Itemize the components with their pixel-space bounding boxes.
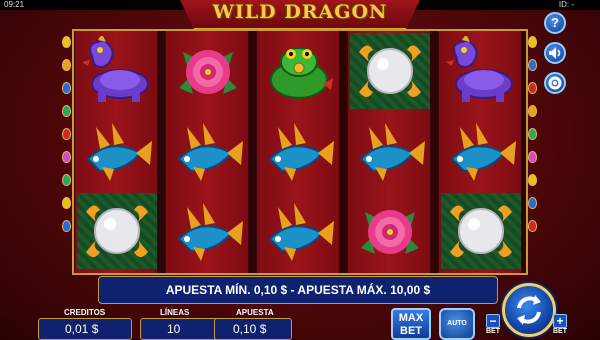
credits-label: CREDITOS	[64, 308, 106, 317]
game-title: WILD DRAGON	[212, 1, 388, 23]
symbol-dragon-turtle	[77, 33, 157, 109]
gear-icon	[548, 76, 562, 90]
symbol-koi-fish	[350, 113, 430, 189]
plus-icon: +	[553, 314, 567, 328]
credits-value: 0,01 $	[38, 318, 132, 340]
pearl-icon	[359, 45, 421, 97]
bet-value: 0,10 $	[214, 318, 292, 340]
lines-label: LÍNEAS	[160, 308, 190, 317]
payline-marker	[62, 82, 71, 94]
payline-marker	[62, 105, 71, 117]
symbol-pearl	[77, 193, 157, 269]
symbol-peony-flower	[350, 193, 430, 269]
symbol-dragon-turtle	[441, 33, 521, 109]
reel-grid	[72, 29, 528, 275]
symbol-koi-fish	[168, 193, 248, 269]
pearl-icon	[86, 205, 148, 257]
payline-marker	[528, 197, 537, 209]
symbol-golden-toad	[259, 33, 339, 109]
peony-flower-icon	[361, 210, 419, 254]
symbol-peony-flower	[168, 33, 248, 109]
symbol-koi-fish	[259, 113, 339, 189]
payline-markers-left	[62, 36, 72, 243]
symbol-koi-fish	[259, 193, 339, 269]
symbol-pearl	[350, 33, 430, 109]
payline-marker	[62, 128, 71, 140]
dragon-turtle-icon	[82, 36, 149, 102]
koi-fish-icon	[268, 203, 334, 261]
symbol-koi-fish	[168, 113, 248, 189]
reel-5	[438, 31, 522, 273]
autoplay-button[interactable]: AUTO	[439, 308, 475, 340]
koi-fish-icon	[359, 123, 425, 181]
pearl-icon	[450, 205, 512, 257]
spin-arrows-icon	[517, 295, 541, 325]
help-button[interactable]: ?	[544, 12, 566, 34]
bet-label: APUESTA	[236, 308, 274, 317]
minus-icon: −	[486, 314, 500, 328]
koi-fish-icon	[268, 123, 334, 181]
bet-increase-label: BET	[553, 328, 567, 335]
payline-marker	[528, 36, 537, 48]
symbol-koi-fish	[441, 113, 521, 189]
koi-fish-icon	[177, 203, 243, 261]
spin-button[interactable]	[502, 283, 556, 337]
payline-marker	[62, 174, 71, 186]
dragon-turtle-icon	[446, 36, 513, 102]
payline-marker	[62, 36, 71, 48]
reel-3	[256, 31, 340, 273]
symbol-koi-fish	[77, 113, 157, 189]
koi-fish-icon	[177, 123, 243, 181]
payline-marker	[62, 59, 71, 71]
golden-toad-icon	[270, 47, 333, 99]
payline-marker	[528, 174, 537, 186]
payline-marker	[62, 197, 71, 209]
max-bet-label-line1: MAX	[398, 312, 424, 324]
settings-button[interactable]	[544, 72, 566, 94]
payline-marker	[528, 220, 537, 232]
status-clock: 09:21	[4, 0, 25, 9]
game-id: ID: -	[558, 0, 574, 9]
payline-marker	[528, 128, 537, 140]
bet-increase-button[interactable]: + BET	[549, 314, 571, 335]
koi-fish-icon	[86, 123, 152, 181]
payline-marker	[528, 151, 537, 163]
bet-decrease-label: BET	[486, 328, 500, 335]
bet-decrease-button[interactable]: − BET	[482, 314, 504, 335]
speaker-icon	[549, 47, 561, 59]
payline-marker	[62, 220, 71, 232]
payline-marker	[528, 59, 537, 71]
payline-marker	[62, 151, 71, 163]
help-icon: ?	[551, 15, 559, 30]
payline-markers-right	[528, 36, 538, 243]
bet-limits-bar: APUESTA MÍN. 0,10 $ - APUESTA MÁX. 10,00…	[98, 276, 498, 304]
payline-marker	[528, 105, 537, 117]
reel-4	[347, 31, 431, 273]
reel-2	[165, 31, 249, 273]
autoplay-label: AUTO	[447, 320, 467, 327]
symbol-pearl	[441, 193, 521, 269]
peony-flower-icon	[179, 50, 237, 94]
reel-1	[74, 31, 158, 273]
koi-fish-icon	[450, 123, 516, 181]
max-bet-label-line2: BET	[400, 325, 422, 337]
sound-button[interactable]	[544, 42, 566, 64]
max-bet-button[interactable]: MAX BET	[391, 308, 431, 340]
payline-marker	[528, 82, 537, 94]
